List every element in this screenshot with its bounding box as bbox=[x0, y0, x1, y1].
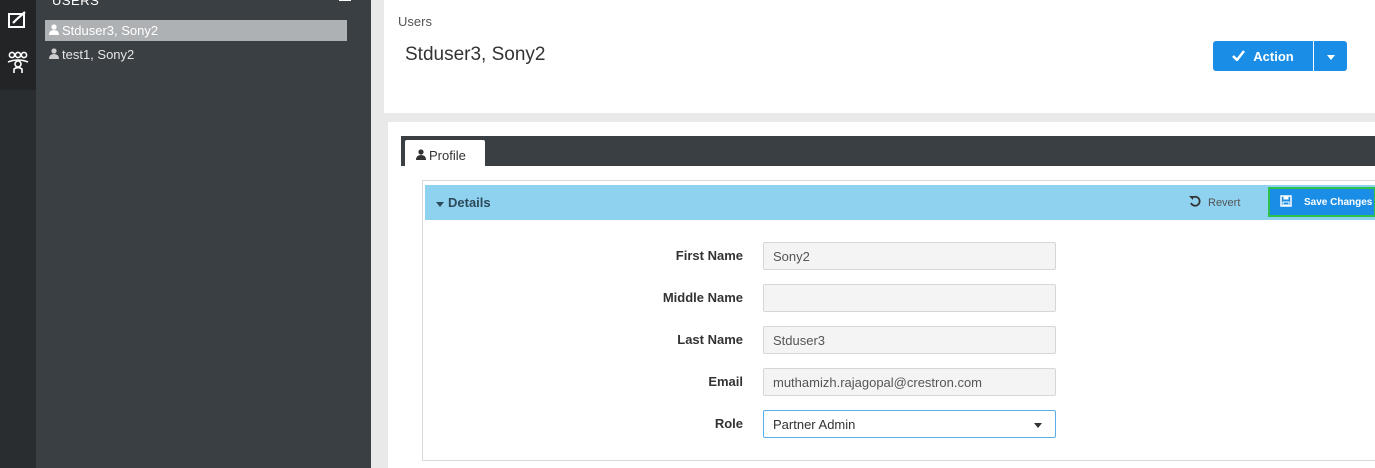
middle-name-label: Middle Name bbox=[662, 290, 743, 305]
first-name-row: First Name Sony2 bbox=[423, 242, 1375, 270]
tab-label: Profile bbox=[429, 147, 466, 163]
check-icon bbox=[1232, 49, 1246, 64]
user-icon bbox=[49, 47, 59, 62]
header-card: Users Stduser3, Sony2 Action bbox=[384, 0, 1375, 113]
user-icon bbox=[416, 148, 426, 163]
tree-item-label: Stduser3, Sony2 bbox=[62, 23, 159, 38]
revert-button[interactable]: Revert bbox=[1189, 195, 1240, 210]
undo-icon bbox=[1189, 195, 1201, 210]
page-title: Stduser3, Sony2 bbox=[405, 44, 546, 65]
action-button[interactable]: Action bbox=[1213, 41, 1313, 71]
tree-item-stduser3[interactable]: Stduser3, Sony2 bbox=[45, 20, 347, 41]
dashboard-icon[interactable] bbox=[6, 8, 30, 32]
last-name-field[interactable]: Stduser3 bbox=[763, 326, 1056, 354]
middle-name-row: Middle Name bbox=[423, 284, 1375, 312]
email-label: Email bbox=[708, 374, 743, 389]
revert-label: Revert bbox=[1208, 196, 1241, 209]
tree-header: USERS bbox=[52, 0, 100, 8]
floppy-disk-icon bbox=[1280, 194, 1292, 210]
details-panel: Details Revert Save Changes First Name S… bbox=[422, 180, 1375, 461]
details-title: Details bbox=[448, 195, 491, 210]
action-label: Action bbox=[1253, 48, 1294, 64]
layout-gap bbox=[371, 0, 384, 468]
icon-rail bbox=[0, 0, 36, 468]
first-name-field[interactable]: Sony2 bbox=[763, 242, 1056, 270]
tab-bar: Profile bbox=[401, 136, 1375, 170]
role-label: Role bbox=[714, 416, 743, 431]
users-tree-panel: USERS Stduser3, Sony2 test1, Sony2 bbox=[36, 0, 371, 468]
tab-profile[interactable]: Profile bbox=[405, 140, 485, 170]
caret-down-icon bbox=[436, 195, 444, 210]
first-name-label: First Name bbox=[675, 248, 743, 263]
caret-down-icon bbox=[1326, 47, 1335, 65]
tree-item-test1[interactable]: test1, Sony2 bbox=[45, 44, 347, 65]
role-select[interactable]: Partner Admin bbox=[763, 410, 1056, 438]
last-name-label: Last Name bbox=[677, 332, 743, 347]
email-field[interactable]: muthamizh.rajagopal@crestron.com bbox=[763, 368, 1056, 396]
tree-item-label: test1, Sony2 bbox=[62, 47, 135, 62]
action-dropdown-button[interactable] bbox=[1314, 41, 1347, 71]
email-row: Email muthamizh.rajagopal@crestron.com bbox=[423, 368, 1375, 396]
last-name-row: Last Name Stduser3 bbox=[423, 326, 1375, 354]
main-card: Profile Details Revert Save Changes Firs… bbox=[388, 122, 1375, 468]
save-changes-button[interactable]: Save Changes bbox=[1268, 187, 1375, 217]
caret-down-icon bbox=[1034, 423, 1042, 428]
collapse-icon[interactable] bbox=[339, 0, 351, 1]
save-label: Save Changes bbox=[1304, 196, 1373, 208]
role-row: Role Partner Admin bbox=[423, 410, 1375, 438]
users-group-icon[interactable] bbox=[6, 50, 30, 74]
role-value: Partner Admin bbox=[773, 416, 856, 432]
middle-name-field[interactable] bbox=[763, 284, 1056, 312]
breadcrumb[interactable]: Users bbox=[398, 14, 432, 29]
details-toggle[interactable]: Details bbox=[436, 195, 491, 210]
user-icon bbox=[49, 23, 59, 38]
details-panel-header[interactable]: Details Revert Save Changes bbox=[425, 185, 1375, 220]
